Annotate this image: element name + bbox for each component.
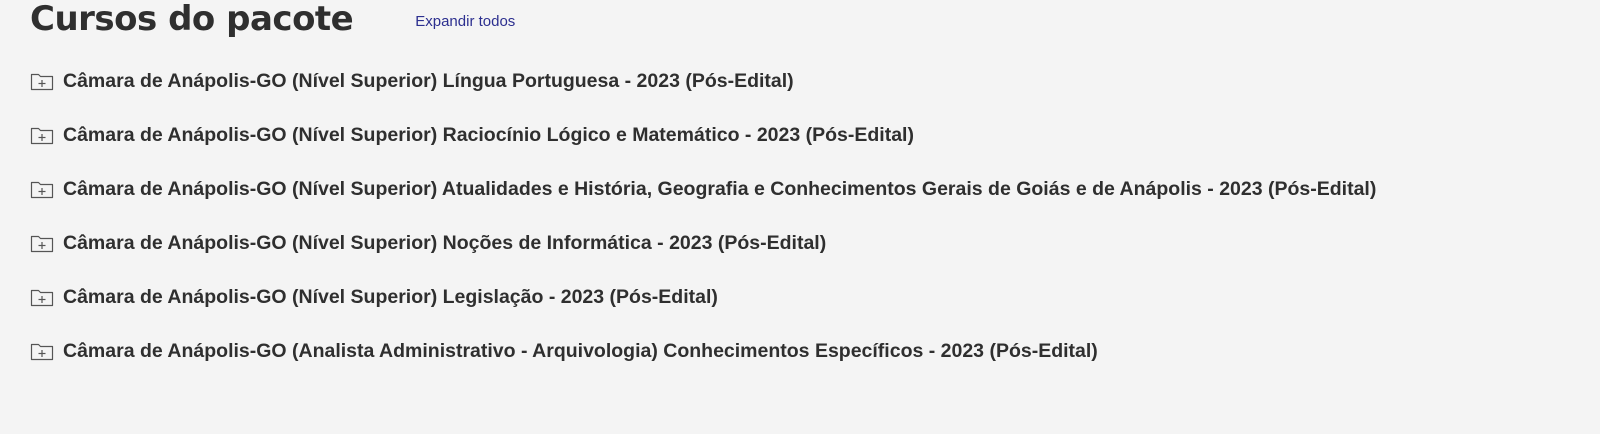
folder-plus-icon[interactable] bbox=[30, 287, 54, 307]
course-item[interactable]: Câmara de Anápolis-GO (Nível Superior) L… bbox=[30, 54, 1376, 108]
folder-plus-icon[interactable] bbox=[30, 71, 54, 91]
folder-plus-icon[interactable] bbox=[30, 125, 54, 145]
course-list: Câmara de Anápolis-GO (Nível Superior) L… bbox=[30, 54, 1376, 378]
course-package-section: Cursos do pacote Expandir todos Câmara d… bbox=[30, 0, 1570, 362]
course-item[interactable]: Câmara de Anápolis-GO (Nível Superior) N… bbox=[30, 216, 1376, 270]
course-item[interactable]: Câmara de Anápolis-GO (Nível Superior) L… bbox=[30, 270, 1376, 324]
course-title[interactable]: Câmara de Anápolis-GO (Nível Superior) R… bbox=[63, 124, 914, 147]
course-title[interactable]: Câmara de Anápolis-GO (Nível Superior) N… bbox=[63, 232, 826, 255]
folder-plus-icon[interactable] bbox=[30, 233, 54, 253]
course-item[interactable]: Câmara de Anápolis-GO (Analista Administ… bbox=[30, 324, 1376, 378]
course-title[interactable]: Câmara de Anápolis-GO (Nível Superior) L… bbox=[63, 286, 718, 309]
course-item[interactable]: Câmara de Anápolis-GO (Nível Superior) A… bbox=[30, 162, 1376, 216]
course-title[interactable]: Câmara de Anápolis-GO (Nível Superior) A… bbox=[63, 178, 1376, 201]
folder-plus-icon[interactable] bbox=[30, 341, 54, 361]
folder-plus-icon[interactable] bbox=[30, 179, 54, 199]
course-title[interactable]: Câmara de Anápolis-GO (Nível Superior) L… bbox=[63, 70, 794, 93]
section-header: Cursos do pacote Expandir todos bbox=[30, 0, 1570, 40]
course-item[interactable]: Câmara de Anápolis-GO (Nível Superior) R… bbox=[30, 108, 1376, 162]
course-title[interactable]: Câmara de Anápolis-GO (Analista Administ… bbox=[63, 340, 1098, 363]
expand-all-link[interactable]: Expandir todos bbox=[415, 13, 515, 30]
page-title: Cursos do pacote bbox=[30, 0, 354, 39]
